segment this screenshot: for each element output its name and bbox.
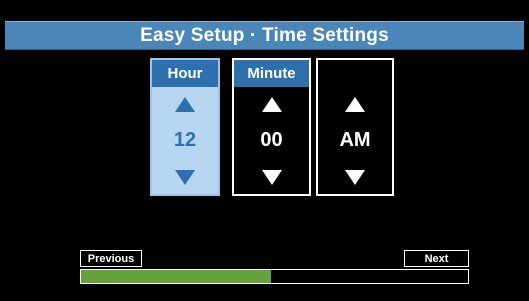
previous-button[interactable]: Previous bbox=[80, 250, 142, 267]
next-button[interactable]: Next bbox=[404, 250, 469, 267]
ampm-up-arrow-icon[interactable] bbox=[345, 97, 365, 112]
hour-label: Hour bbox=[152, 60, 218, 87]
ampm-down-arrow-icon[interactable] bbox=[345, 170, 365, 185]
setup-progress-bar bbox=[80, 269, 469, 284]
ampm-spinner[interactable]: AM bbox=[316, 58, 394, 196]
page-title: Easy Setup · Time Settings bbox=[140, 24, 389, 46]
minute-label: Minute bbox=[234, 60, 309, 87]
title-bar: Easy Setup · Time Settings bbox=[5, 21, 524, 50]
ampm-value: AM bbox=[339, 129, 371, 151]
hour-down-arrow-icon[interactable] bbox=[175, 170, 195, 185]
setup-progress-fill bbox=[81, 270, 271, 283]
hour-value: 12 bbox=[173, 129, 197, 151]
minute-value: 00 bbox=[260, 129, 283, 151]
minute-down-arrow-icon[interactable] bbox=[261, 170, 282, 185]
hour-spinner[interactable]: Hour 12 bbox=[150, 58, 220, 196]
minute-spinner[interactable]: Minute 00 bbox=[232, 58, 311, 196]
minute-up-arrow-icon[interactable] bbox=[261, 97, 282, 112]
hour-up-arrow-icon[interactable] bbox=[175, 97, 195, 112]
